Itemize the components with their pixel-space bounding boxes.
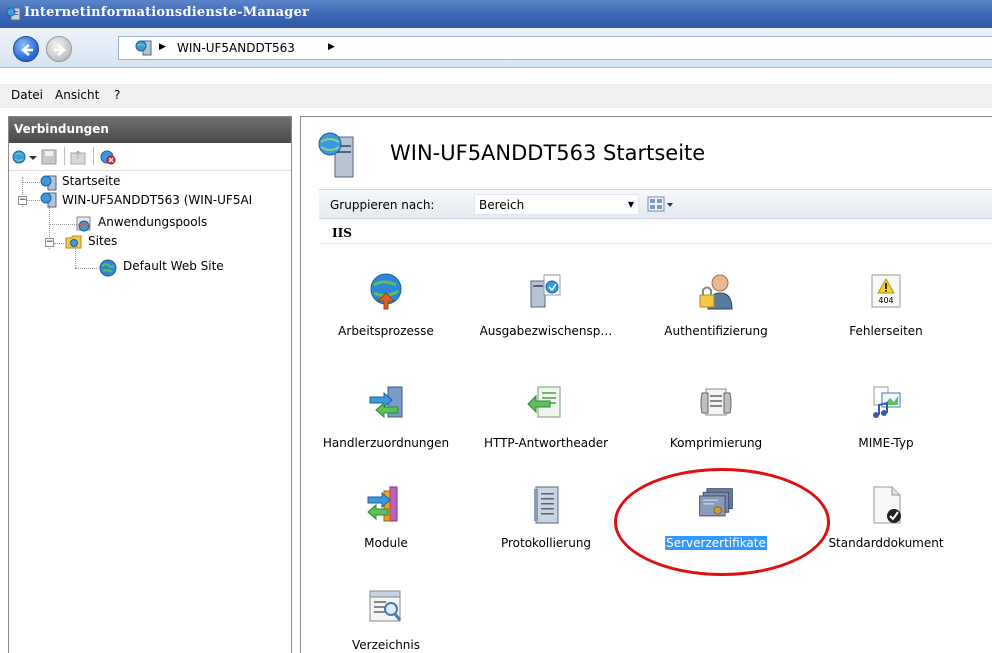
default-document-icon [873,486,901,524]
highlight-ring [614,468,830,576]
connections-header: Verbindungen [9,117,291,143]
tree-line [75,268,97,269]
feature-label: Ausgabezwischensp… [479,324,613,338]
tree-line [75,249,76,268]
feature-label: Handlerzuordnungen [322,436,450,450]
iis-manager-icon [6,7,21,21]
window-title: Internetinformationsdienste-Manager [24,5,310,20]
group-by-label: Gruppieren nach: [330,198,435,212]
feature-label: Protokollierung [500,536,592,550]
application-pools-icon [76,216,91,232]
title-bar: Internetinformationsdienste-Manager [0,0,992,28]
chevron-down-icon: ▼ [627,200,634,209]
compression-icon [700,388,732,416]
tree-item-sites[interactable]: Sites [88,234,117,248]
main-panel: WIN-UF5ANDDT563 Startseite Gruppieren na… [300,116,992,653]
menu-bar: Datei Ansicht ? [0,84,992,108]
group-by-value: Bereich [479,198,525,212]
forward-arrow-icon [54,44,66,56]
feature-label: MIME-Typ [858,436,914,450]
logging-icon [534,486,559,524]
http-headers-icon [527,386,561,418]
worker-process-icon [370,273,402,310]
menu-help[interactable]: ? [114,88,120,102]
connections-panel: Verbindungen Startseite − WIN-UF5ANDDT56… [8,116,292,653]
feature-protokollierung[interactable]: Protokollierung [471,485,621,555]
server-large-icon [318,132,354,178]
section-header-iis: IIS [319,220,992,244]
feature-label: Arbeitsprozesse [338,324,434,338]
feature-http-antwortheader[interactable]: HTTP-Antwortheader [471,383,621,453]
feature-label: Authentifizierung [664,324,768,338]
connections-toolbar [9,143,291,171]
breadcrumb-arrow-icon[interactable]: ▶ [159,42,166,52]
feature-fehlerseiten[interactable]: 404 Fehlerseiten [811,271,961,341]
tree-expander[interactable]: − [18,196,27,205]
output-cache-icon [530,274,561,308]
feature-arbeitsprozesse[interactable]: Arbeitsprozesse [311,271,461,341]
group-by-bar: Gruppieren nach: Bereich ▼ [319,189,992,219]
breadcrumb-arrow-icon[interactable]: ▶ [328,42,335,52]
tree-line [54,243,64,244]
feature-standarddokument[interactable]: Standarddokument [811,485,961,555]
feature-authentifizierung[interactable]: Authentifizierung [641,271,791,341]
menu-datei[interactable]: Datei [11,88,43,102]
feature-label: Standarddokument [828,536,944,550]
feature-label: Module [364,536,408,550]
feature-label: Komprimierung [669,436,763,450]
breadcrumb-server[interactable]: WIN-UF5ANDDT563 [177,41,295,55]
address-box[interactable]: ▶ WIN-UF5ANDDT563 ▶ [118,36,992,60]
directory-browsing-icon [369,590,402,622]
globe-icon [99,259,117,277]
connect-icon[interactable] [12,149,40,165]
feature-handlerzuordnungen[interactable]: Handlerzuordnungen [311,383,461,453]
feature-komprimierung[interactable]: Komprimierung [641,383,791,453]
modules-icon [367,486,398,522]
tree-item-startseite[interactable]: Startseite [62,174,120,188]
forward-button[interactable] [46,36,72,62]
mime-types-icon [873,386,901,418]
toolbar-separator [64,147,65,165]
view-mode-icon[interactable] [647,196,675,214]
feature-ausgabezwischenspeicher[interactable]: Ausgabezwischensp… [471,271,621,341]
tree-item-server[interactable]: WIN-UF5ANDDT563 (WIN-UF5AI [62,193,284,207]
tree-item-default-web-site[interactable]: Default Web Site [123,259,224,273]
feature-module[interactable]: Module [311,485,461,555]
back-button[interactable] [13,36,39,62]
group-by-select[interactable]: Bereich ▼ [474,194,639,215]
handler-mappings-icon [369,386,403,419]
feature-verzeichnis[interactable]: Verzeichnis [311,587,461,653]
feature-label: Verzeichnis [351,638,420,652]
tree-item-anwendungspools[interactable]: Anwendungspools [98,215,207,229]
back-arrow-icon [21,44,33,56]
feature-label: Fehlerseiten [849,324,923,338]
sites-folder-icon [65,235,82,249]
server-icon [135,40,152,56]
tree-expander[interactable]: − [45,238,54,247]
save-icon[interactable] [41,149,59,165]
feature-label: HTTP-Antwortheader [483,436,609,450]
page-title: WIN-UF5ANDDT563 Startseite [390,141,706,165]
up-level-icon[interactable] [70,149,88,165]
home-page-icon [40,175,57,191]
menu-ansicht[interactable]: Ansicht [55,88,99,102]
server-icon [40,192,57,208]
authentication-icon [699,274,733,310]
feature-mime-typ[interactable]: MIME-Typ [811,383,961,453]
toolbar-separator [93,147,94,165]
error-code-text: 404 [878,296,893,305]
disconnect-icon[interactable] [99,149,117,165]
address-bar: ▶ WIN-UF5ANDDT563 ▶ [0,28,992,68]
error-pages-icon: 404 [871,274,901,308]
section-label: IIS [332,226,352,240]
